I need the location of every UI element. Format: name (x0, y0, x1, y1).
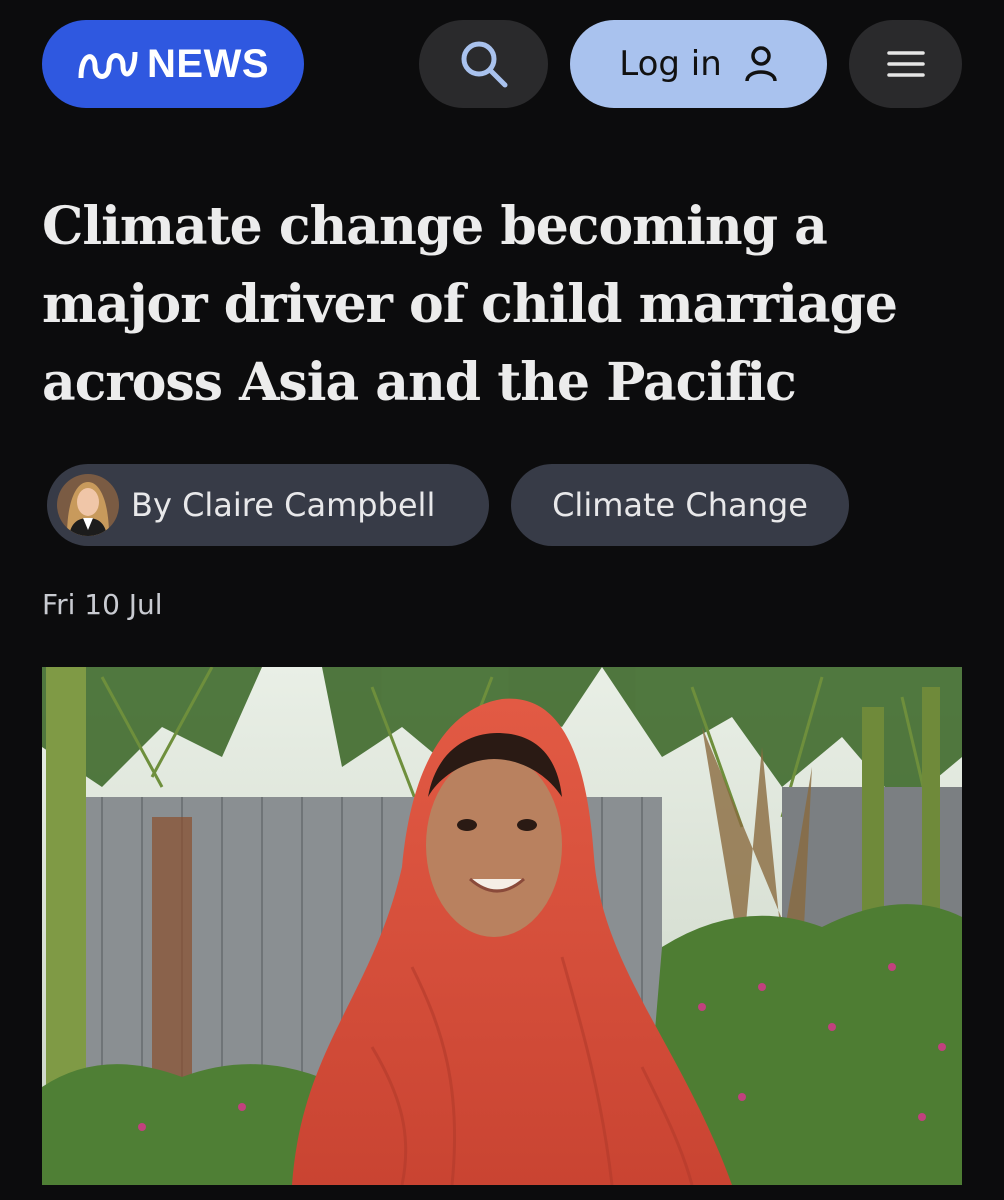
search-button[interactable] (419, 20, 548, 108)
author-pill[interactable]: By Claire Campbell (47, 464, 489, 546)
hamburger-menu-icon (886, 51, 925, 77)
abc-news-logo[interactable]: NEWS (42, 20, 304, 108)
login-label: Log in (619, 44, 722, 84)
topic-pill[interactable]: Climate Change (511, 464, 849, 546)
user-icon (745, 46, 777, 82)
author-avatar (57, 474, 119, 536)
publish-date: Fri 10 Jul (42, 588, 163, 621)
logo-text: NEWS (147, 41, 269, 86)
menu-button[interactable] (849, 20, 962, 108)
author-name: By Claire Campbell (131, 486, 436, 524)
article-headline: Climate change becoming a major driver o… (42, 196, 898, 413)
hero-image (42, 667, 962, 1185)
search-icon (461, 41, 507, 88)
login-button[interactable]: Log in (570, 20, 827, 108)
abc-logo-mark-icon (78, 51, 138, 79)
topic-label: Climate Change (552, 486, 808, 524)
